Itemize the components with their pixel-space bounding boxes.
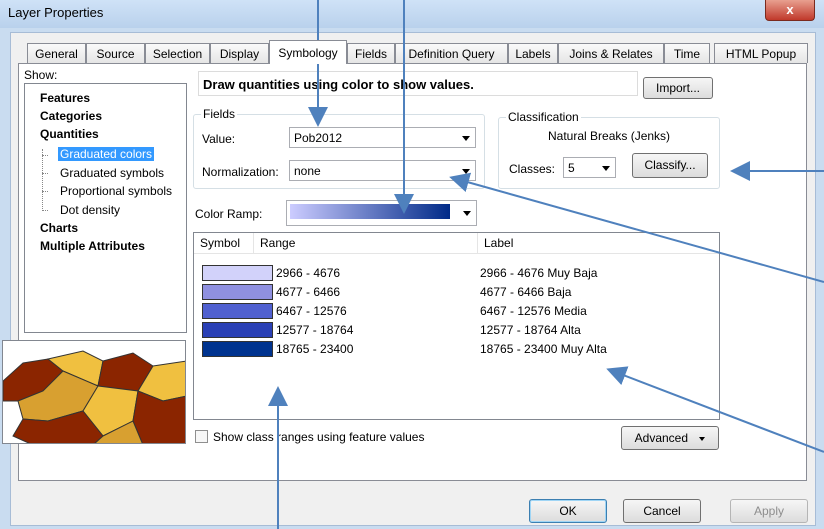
table-row[interactable]: 18765 - 23400 18765 - 23400 Muy Alta (194, 340, 719, 359)
value-field-value: Pob2012 (294, 131, 343, 145)
tab-symbology[interactable]: Symbology (269, 40, 347, 64)
range-cell[interactable]: 12577 - 18764 (276, 323, 353, 337)
table-row[interactable]: 4677 - 6466 4677 - 6466 Baja (194, 283, 719, 302)
tree-item-graduated-colors[interactable]: Graduated colors (58, 147, 155, 161)
label-cell[interactable]: 2966 - 4676 Muy Baja (480, 266, 597, 280)
show-class-ranges-label: Show class ranges using feature values (213, 430, 425, 444)
tab-html-popup[interactable]: HTML Popup (714, 43, 808, 63)
symbol-swatch[interactable] (202, 322, 273, 338)
label-cell[interactable]: 4677 - 6466 Baja (480, 285, 571, 299)
classification-method: Natural Breaks (Jenks) (548, 129, 671, 143)
tab-selection[interactable]: Selection (145, 43, 210, 63)
tab-labels[interactable]: Labels (508, 43, 558, 63)
symbology-description: Draw quantities using color to show valu… (198, 71, 638, 96)
range-cell[interactable]: 6467 - 12576 (276, 304, 347, 318)
header-divider (194, 253, 719, 254)
show-tree: Features Categories Quantities Graduated… (24, 83, 187, 333)
column-header-range[interactable]: Range (254, 233, 478, 253)
class-table[interactable]: Symbol Range Label 2966 - 4676 2966 - 46… (193, 232, 720, 420)
range-cell[interactable]: 4677 - 6466 (276, 285, 340, 299)
tab-time[interactable]: Time (664, 43, 710, 63)
symbol-swatch[interactable] (202, 265, 273, 281)
map-preview-image (3, 341, 185, 443)
tree-item-dot-density[interactable]: Dot density (60, 203, 120, 217)
column-header-symbol[interactable]: Symbol (194, 233, 254, 253)
classification-group-title: Classification (506, 110, 581, 124)
cancel-button[interactable]: Cancel (623, 499, 701, 523)
tab-display[interactable]: Display (210, 43, 269, 63)
range-cell[interactable]: 2966 - 4676 (276, 266, 340, 280)
normalization-select[interactable]: none (289, 160, 476, 181)
classify-button[interactable]: Classify... (632, 153, 708, 178)
tree-item-multiple-attributes[interactable]: Multiple Attributes (40, 239, 145, 253)
show-label: Show: (24, 68, 58, 82)
chevron-down-icon (699, 436, 706, 441)
column-header-label[interactable]: Label (478, 233, 719, 253)
label-cell[interactable]: 12577 - 18764 Alta (480, 323, 581, 337)
symbol-swatch[interactable] (202, 284, 273, 300)
tree-item-charts[interactable]: Charts (40, 221, 78, 235)
ok-button[interactable]: OK (529, 499, 607, 523)
chevron-down-icon (463, 211, 471, 216)
table-row[interactable]: 12577 - 18764 12577 - 18764 Alta (194, 321, 719, 340)
window-title: Layer Properties (8, 5, 104, 20)
range-cell[interactable]: 18765 - 23400 (276, 342, 353, 356)
classes-label: Classes: (509, 162, 556, 176)
normalization-value: none (294, 164, 321, 178)
map-preview-image (2, 340, 186, 444)
fields-group-title: Fields (201, 107, 238, 121)
symbol-swatch[interactable] (202, 303, 273, 319)
advanced-button[interactable]: Advanced (621, 426, 719, 450)
title-bar: Layer Properties x (0, 0, 824, 28)
normalization-label: Normalization: (202, 165, 279, 179)
tree-connector (42, 149, 43, 211)
tab-general[interactable]: General (27, 43, 86, 63)
classes-value: 5 (568, 161, 575, 175)
description-text: Draw quantities using color to show valu… (203, 77, 474, 92)
value-label: Value: (202, 132, 236, 146)
tab-source[interactable]: Source (86, 43, 145, 63)
symbol-swatch[interactable] (202, 341, 273, 357)
tree-item-features[interactable]: Features (40, 91, 90, 105)
tree-item-categories[interactable]: Categories (40, 109, 102, 123)
tree-item-proportional-symbols[interactable]: Proportional symbols (60, 184, 172, 198)
close-icon: x (786, 2, 794, 17)
value-field-select[interactable]: Pob2012 (289, 127, 476, 148)
color-ramp-swatch (290, 204, 450, 219)
tree-connector (42, 155, 48, 156)
tab-joins-relates[interactable]: Joins & Relates (558, 43, 664, 63)
label-cell[interactable]: 18765 - 23400 Muy Alta (480, 342, 607, 356)
table-row[interactable]: 2966 - 4676 2966 - 4676 Muy Baja (194, 264, 719, 283)
label-cell[interactable]: 6467 - 12576 Media (480, 304, 587, 318)
close-button[interactable]: x (765, 0, 815, 21)
chevron-down-icon (602, 166, 610, 171)
chevron-down-icon (462, 169, 470, 174)
tab-fields[interactable]: Fields (347, 43, 395, 63)
color-ramp-label: Color Ramp: (195, 207, 263, 221)
tree-connector (42, 173, 48, 174)
tree-item-graduated-symbols[interactable]: Graduated symbols (60, 166, 164, 180)
tree-connector (42, 210, 48, 211)
import-button[interactable]: Import... (643, 77, 713, 99)
chevron-down-icon (462, 136, 470, 141)
table-row[interactable]: 6467 - 12576 6467 - 12576 Media (194, 302, 719, 321)
color-ramp-select[interactable] (286, 200, 477, 226)
classes-select[interactable]: 5 (563, 157, 616, 178)
advanced-label: Advanced (634, 431, 689, 445)
tree-connector (42, 191, 48, 192)
apply-button[interactable]: Apply (730, 499, 808, 523)
tree-item-quantities[interactable]: Quantities (40, 127, 99, 141)
show-class-ranges-checkbox[interactable] (195, 430, 208, 443)
tab-definition-query[interactable]: Definition Query (395, 43, 508, 63)
